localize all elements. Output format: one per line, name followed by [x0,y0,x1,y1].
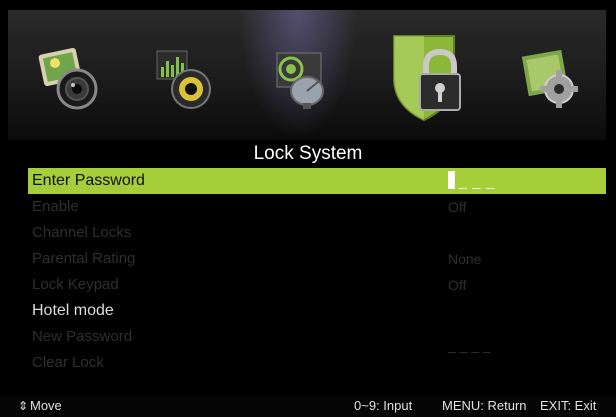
key-hint-bar: ⇕ Move 0~9: Input MENU: Return EXIT: Exi… [0,395,616,417]
exit-hint: EXIT: Exit [540,398,597,413]
setup-icon [521,49,578,108]
menu-item-hotel-mode[interactable]: Hotel mode [28,298,606,324]
menu-item-clear-lock[interactable]: Clear Lock [28,350,606,376]
menu-item-enable[interactable]: Enable Off [28,194,606,220]
sound-icon [156,50,211,109]
menu-item-label: Enable [32,198,79,215]
channel-icon [276,52,324,109]
picture-icon [38,47,98,110]
menu-item-label: Lock Keypad [32,276,119,293]
tv-menu-screen: Lock System Enter Password _ _ _ Enable … [0,0,616,417]
menu-item-new-password[interactable]: New Password _ _ _ _ [28,324,606,353]
menu-item-label: Hotel mode [32,302,114,319]
lock-keypad-value: Off [448,277,467,293]
tab-picture[interactable] [30,38,110,122]
menu-item-channel-locks[interactable]: Channel Locks [28,220,606,246]
return-hint: MENU: Return [442,398,527,413]
parental-rating-value: None [448,251,482,267]
menu-item-enter-password[interactable]: Enter Password _ _ _ [28,168,606,194]
menu-item-label: Parental Rating [32,250,136,267]
input-hint: 0~9: Input [354,398,413,413]
menu-item-parental-rating[interactable]: Parental Rating None [28,246,606,272]
tab-setup[interactable] [510,38,590,122]
password-placeholder: _ _ _ [459,173,496,189]
tab-lock[interactable] [382,28,472,128]
menu-item-label: New Password [32,328,133,345]
up-down-arrow-icon: ⇕ [18,399,29,413]
lock-icon [393,35,461,122]
password-entry-field[interactable]: _ _ _ [448,168,495,194]
move-hint: Move [30,398,62,413]
lock-system-menu: Enter Password _ _ _ Enable Off Channel … [28,168,606,376]
menu-tab-bar [8,10,606,140]
menu-item-lock-keypad[interactable]: Lock Keypad Off [28,272,606,298]
menu-item-label: Channel Locks [32,224,132,241]
menu-item-label: Enter Password [32,172,145,189]
menu-item-label: Clear Lock [32,354,104,371]
enable-value: Off [448,199,467,215]
tab-channel[interactable] [262,38,342,122]
tab-sound[interactable] [144,38,224,122]
page-title: Lock System [253,143,363,164]
text-cursor [448,171,455,189]
